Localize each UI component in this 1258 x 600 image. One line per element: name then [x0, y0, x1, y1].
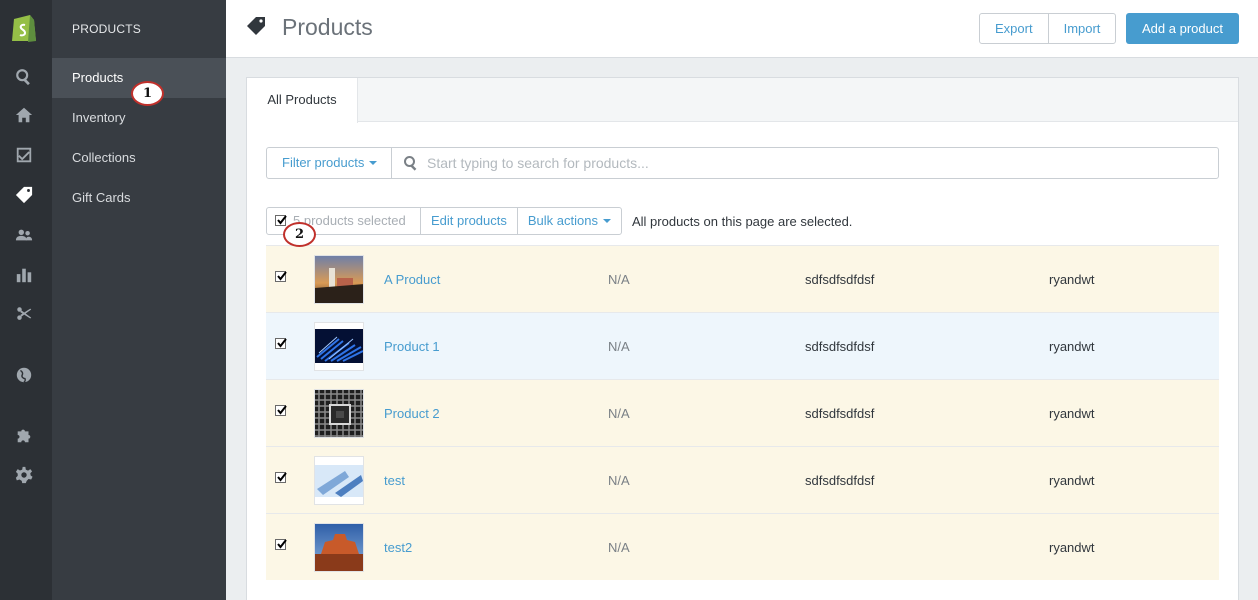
- vendor-cell: ryandwt: [1049, 406, 1095, 421]
- tab-all-products[interactable]: All Products: [247, 78, 358, 123]
- apps-icon[interactable]: [14, 425, 34, 445]
- row-checkbox[interactable]: [275, 472, 287, 483]
- reports-icon[interactable]: [14, 265, 34, 285]
- product-thumbnail[interactable]: [314, 456, 364, 505]
- subnav-item-gift-cards[interactable]: Gift Cards: [52, 178, 226, 218]
- vendor-cell: ryandwt: [1049, 272, 1095, 287]
- inventory-cell: N/A: [608, 272, 630, 287]
- product-name-link[interactable]: test2: [384, 540, 412, 555]
- table-row[interactable]: test N/A sdfsdfsdfdsf ryandwt: [266, 446, 1219, 513]
- subnav-heading: PRODUCTS: [72, 22, 141, 36]
- product-list: A Product N/A sdfsdfsdfdsf ryandwt Produ…: [266, 245, 1219, 580]
- inventory-cell: N/A: [608, 540, 630, 555]
- search-icon: [403, 155, 419, 171]
- filter-bar: Filter products: [266, 147, 1219, 179]
- inventory-cell: N/A: [608, 339, 630, 354]
- product-name-link[interactable]: Product 2: [384, 406, 440, 421]
- table-row[interactable]: A Product N/A sdfsdfsdfdsf ryandwt: [266, 245, 1219, 312]
- tag-icon[interactable]: [14, 185, 34, 205]
- globe-icon[interactable]: [14, 365, 34, 385]
- product-thumbnail[interactable]: [314, 389, 364, 438]
- chevron-down-icon: [369, 160, 378, 165]
- edit-products-button[interactable]: Edit products: [420, 208, 517, 234]
- customers-icon[interactable]: [14, 225, 34, 245]
- icon-rail: [0, 0, 52, 600]
- tabs-bar: All Products: [247, 78, 1238, 123]
- product-thumbnail[interactable]: [314, 255, 364, 304]
- type-cell: sdfsdfsdfdsf: [805, 473, 875, 488]
- vendor-cell: ryandwt: [1049, 473, 1095, 488]
- table-row[interactable]: Product 2 N/A sdfsdfsdfdsf ryandwt: [266, 379, 1219, 446]
- discounts-icon[interactable]: [14, 304, 34, 324]
- subnav-item-collections[interactable]: Collections: [52, 138, 226, 178]
- filter-products-label: Filter products: [282, 155, 365, 170]
- inventory-cell: N/A: [608, 473, 630, 488]
- product-name-link[interactable]: A Product: [384, 272, 440, 287]
- vendor-cell: ryandwt: [1049, 540, 1095, 555]
- annotation-marker-2: 2: [283, 222, 316, 247]
- bulk-actions-label: Bulk actions: [527, 213, 598, 228]
- search-icon[interactable]: [14, 67, 34, 87]
- page-header: Products Export Import Add a product: [226, 0, 1258, 58]
- select-all-checkbox[interactable]: [275, 215, 287, 226]
- export-import-group: Export Import: [979, 13, 1117, 44]
- tag-icon: [246, 16, 266, 36]
- product-name-link[interactable]: test: [384, 473, 405, 488]
- bulk-action-bar: 5 products selected Edit products Bulk a…: [266, 207, 622, 235]
- row-checkbox[interactable]: [275, 338, 287, 349]
- shopify-logo-icon[interactable]: [10, 11, 38, 44]
- page-title: Products: [282, 14, 373, 40]
- add-product-button[interactable]: Add a product: [1126, 13, 1239, 44]
- type-cell: sdfsdfsdfdsf: [805, 272, 875, 287]
- orders-icon[interactable]: [14, 145, 34, 165]
- row-checkbox[interactable]: [275, 271, 287, 282]
- vendor-cell: ryandwt: [1049, 339, 1095, 354]
- table-row[interactable]: Product 1 N/A sdfsdfsdfdsf ryandwt: [266, 312, 1219, 379]
- products-card: All Products Filter products 5 products …: [246, 77, 1239, 600]
- annotation-marker-1: 1: [131, 81, 164, 106]
- search-input[interactable]: [427, 148, 1207, 178]
- settings-icon[interactable]: [14, 465, 34, 485]
- import-button[interactable]: Import: [1047, 14, 1116, 43]
- selection-note: All products on this page are selected.: [632, 214, 853, 229]
- type-cell: sdfsdfsdfdsf: [805, 406, 875, 421]
- export-button[interactable]: Export: [980, 14, 1048, 43]
- row-checkbox[interactable]: [275, 405, 287, 416]
- product-thumbnail[interactable]: [314, 523, 364, 572]
- product-name-link[interactable]: Product 1: [384, 339, 440, 354]
- product-thumbnail[interactable]: [314, 322, 364, 371]
- bulk-actions-dropdown[interactable]: Bulk actions: [516, 208, 621, 234]
- row-checkbox[interactable]: [275, 539, 287, 550]
- home-icon[interactable]: [14, 105, 34, 125]
- inventory-cell: N/A: [608, 406, 630, 421]
- table-row[interactable]: test2 N/A ryandwt: [266, 513, 1219, 580]
- filter-products-button[interactable]: Filter products: [267, 148, 392, 178]
- chevron-down-icon: [602, 218, 611, 223]
- type-cell: sdfsdfsdfdsf: [805, 339, 875, 354]
